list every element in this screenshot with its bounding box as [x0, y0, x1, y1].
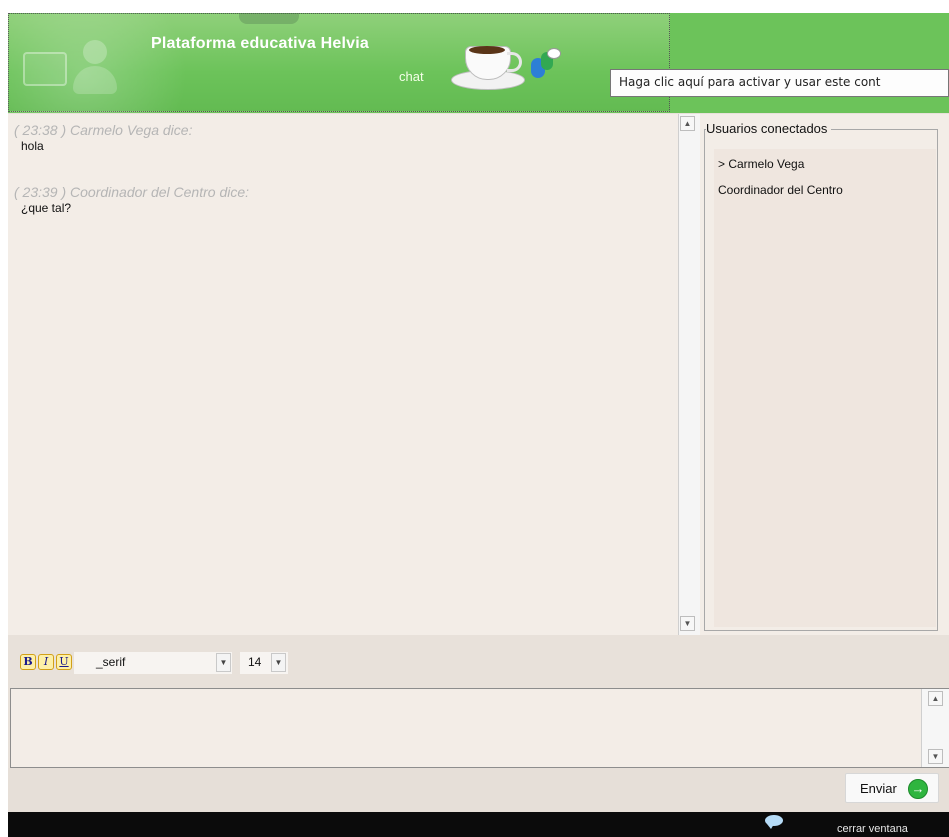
- scroll-down-arrow-icon[interactable]: ▼: [928, 749, 943, 764]
- bold-button[interactable]: B: [20, 654, 36, 670]
- scroll-down-arrow-icon[interactable]: ▼: [680, 616, 695, 631]
- chat-message-meta: ( 23:38 ) Carmelo Vega dice:: [14, 122, 193, 138]
- users-list[interactable]: > Carmelo Vega Coordinador del Centro: [714, 149, 936, 627]
- send-button-label: Enviar: [860, 781, 897, 796]
- close-window-link[interactable]: cerrar ventana: [837, 823, 908, 835]
- app-subtitle: chat: [399, 69, 424, 84]
- header-banner: Plataforma educativa Helvia chat: [8, 13, 670, 113]
- send-button[interactable]: Enviar →: [845, 773, 939, 803]
- chat-message: ( 23:38 ) Carmelo Vega dice: hola: [8, 122, 192, 154]
- chat-message-meta: ( 23:39 ) Coordinador del Centro dice:: [14, 184, 250, 200]
- chevron-down-icon[interactable]: ▼: [216, 653, 231, 672]
- chat-message: ( 23:39 ) Coordinador del Centro dice: ¿…: [8, 184, 249, 216]
- user-list-item[interactable]: Coordinador del Centro: [714, 181, 936, 199]
- user-list-item[interactable]: > Carmelo Vega: [714, 155, 936, 173]
- send-bar: Enviar →: [8, 768, 949, 812]
- coffee-cup-icon: [451, 34, 561, 94]
- messenger-icon: [525, 48, 561, 82]
- italic-button[interactable]: I: [38, 654, 54, 670]
- chat-log: ( 23:38 ) Carmelo Vega dice: hola ( 23:3…: [8, 114, 678, 635]
- message-input-box: ▲ ▼: [10, 688, 949, 768]
- chat-message-text: hola: [21, 139, 44, 153]
- arrow-right-icon: →: [908, 779, 928, 799]
- laptop-icon: [23, 52, 67, 86]
- font-family-select[interactable]: _serif ▼: [74, 652, 232, 674]
- users-panel: Usuarios conectados > Carmelo Vega Coord…: [700, 114, 949, 635]
- input-scrollbar[interactable]: ▲ ▼: [921, 689, 949, 767]
- message-input[interactable]: [11, 689, 917, 767]
- user-silhouette-icon: [73, 40, 117, 96]
- activation-tooltip[interactable]: Haga clic aquí para activar y usar este …: [610, 69, 949, 97]
- scroll-up-arrow-icon[interactable]: ▲: [928, 691, 943, 706]
- format-toolbar: B I U _serif ▼ 14 ▼: [8, 635, 949, 688]
- app-title: Plataforma educativa Helvia: [151, 35, 369, 52]
- header: Plataforma educativa Helvia chat Haga cl…: [8, 13, 949, 113]
- chat-message-text: ¿que tal?: [21, 201, 72, 215]
- underline-button[interactable]: U: [56, 654, 72, 670]
- users-legend: Usuarios conectados: [706, 121, 832, 136]
- font-size-select[interactable]: 14 ▼: [240, 652, 288, 674]
- chevron-down-icon[interactable]: ▼: [271, 653, 286, 672]
- font-family-value: _serif: [96, 655, 126, 669]
- footer: cerrar ventana: [8, 812, 949, 837]
- chat-window: Plataforma educativa Helvia chat Haga cl…: [8, 13, 949, 837]
- scroll-up-arrow-icon[interactable]: ▲: [680, 116, 695, 131]
- font-size-value: 14: [248, 655, 262, 669]
- speech-bubble-icon: [761, 815, 785, 829]
- chat-scrollbar[interactable]: ▲ ▼: [678, 114, 701, 635]
